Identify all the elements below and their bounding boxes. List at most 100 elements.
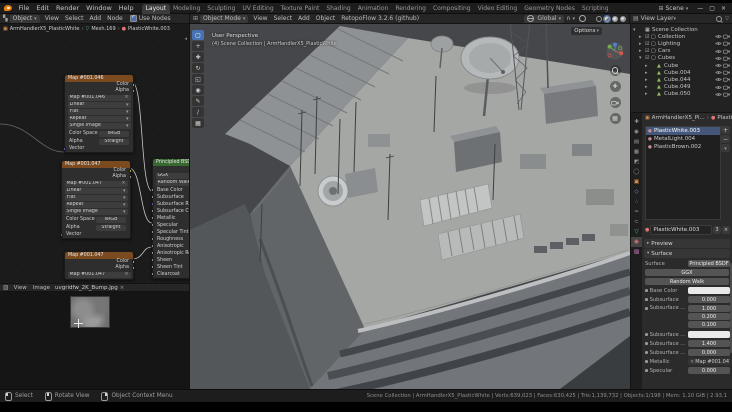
remove-slot-button[interactable]: −: [721, 135, 730, 143]
tab-texture[interactable]: ▨: [631, 247, 642, 257]
slot-specials-button[interactable]: [721, 144, 730, 152]
tool-add-cube[interactable]: ▦: [192, 118, 204, 128]
disable-in-render-toggle[interactable]: [722, 34, 730, 39]
input-socket[interactable]: [151, 209, 155, 213]
hide-in-viewport-toggle[interactable]: [714, 85, 722, 90]
tool-move[interactable]: ✚: [192, 52, 204, 62]
input-socket[interactable]: [151, 251, 155, 255]
tab-physics[interactable]: ≈: [631, 207, 642, 217]
workspace-tab[interactable]: Texture Paint: [277, 4, 323, 14]
search-icon[interactable]: [716, 15, 723, 22]
unlink-icon[interactable]: ×: [124, 272, 128, 278]
row-label[interactable]: Cars: [658, 48, 714, 54]
base-color-swatch[interactable]: [688, 287, 730, 294]
disclosure-triangle-icon[interactable]: ▸: [645, 91, 651, 97]
menu-item[interactable]: View: [42, 15, 62, 22]
color-output-socket[interactable]: [128, 169, 132, 173]
outliner-row[interactable]: ▸ ▲ Cube.004: [631, 69, 732, 76]
image-datablock-field[interactable]: Map #001.047 ×: [64, 181, 128, 187]
disclosure-triangle-icon[interactable]: ▸: [645, 70, 651, 76]
workspace-tab[interactable]: Sculpting: [204, 4, 239, 14]
row-label[interactable]: Scene Collection: [652, 27, 714, 33]
menu-item[interactable]: Object: [313, 15, 339, 22]
node-title[interactable]: Map #001.047: [65, 252, 133, 259]
pan-gizmo[interactable]: ✚: [609, 81, 621, 92]
snap-options-chevron-icon[interactable]: [572, 15, 575, 22]
use-nodes-checkbox[interactable]: [129, 14, 137, 22]
vector-input-socket[interactable]: [60, 233, 64, 237]
tool-transform[interactable]: ◉: [192, 85, 204, 95]
menu-item[interactable]: Add: [86, 15, 104, 22]
users-count-button[interactable]: 3: [713, 226, 721, 234]
workspace-tab[interactable]: Modeling: [170, 4, 204, 14]
outliner-editor-icon[interactable]: [633, 15, 639, 22]
snap-magnet-icon[interactable]: [566, 15, 570, 22]
menu-item[interactable]: Help: [115, 4, 137, 12]
viewport-editor-icon[interactable]: [193, 15, 198, 22]
node-dropdown[interactable]: Repeat: [67, 116, 131, 122]
menu-item[interactable]: Window: [83, 4, 116, 12]
node-title[interactable]: Principled BSDF: [153, 159, 189, 166]
outliner-row[interactable]: ▸ ▲ Cube.050: [631, 91, 732, 98]
workspace-tab[interactable]: Layout: [142, 3, 170, 14]
maximize-button[interactable]: ▢: [709, 5, 715, 12]
image-datablock-field[interactable]: Map #001.047 ×: [67, 272, 131, 278]
material-slot[interactable]: ● MetalLight.004: [646, 135, 720, 143]
node-title[interactable]: Map #001.047: [62, 161, 130, 168]
alpha-output-socket[interactable]: [131, 266, 135, 270]
hide-in-viewport-toggle[interactable]: [714, 70, 722, 75]
hide-in-viewport-toggle[interactable]: [714, 34, 722, 39]
node-dropdown[interactable]: Flat: [67, 109, 131, 115]
outliner-row[interactable]: ▾ ▦ Scene Collection: [631, 26, 732, 33]
breadcrumb-material[interactable]: PlasticWhite.003: [128, 26, 170, 32]
tab-data[interactable]: ▽: [631, 227, 642, 237]
alpha-mode-select[interactable]: Straight: [96, 225, 126, 231]
tool-cursor[interactable]: +: [192, 41, 204, 51]
breadcrumb-object[interactable]: ArmHandlerX5_Pl...: [652, 115, 705, 121]
shading-wireframe-button[interactable]: [596, 15, 602, 22]
tab-constraints[interactable]: ⊂: [631, 217, 642, 227]
alpha-mode-select[interactable]: Straight: [99, 139, 129, 145]
node-principled-bsdf[interactable]: Principled BSDF BSDF GGX Random Walk Bas…: [151, 158, 189, 279]
unlink-icon[interactable]: ×: [124, 95, 128, 101]
menu-item[interactable]: Image: [30, 285, 53, 291]
disable-in-render-toggle[interactable]: [722, 92, 730, 97]
tool-scale[interactable]: ◱: [192, 74, 204, 84]
disclosure-triangle-icon[interactable]: ▾: [633, 27, 639, 33]
disable-in-render-toggle[interactable]: [722, 41, 730, 47]
workspace-tab[interactable]: Scripting: [578, 4, 612, 14]
subsurface-anisotropy-value[interactable]: 0.000: [688, 349, 730, 356]
breadcrumb-material[interactable]: PlasticWh...: [717, 115, 732, 121]
color-space-select[interactable]: sRGB: [99, 131, 129, 137]
menu-item[interactable]: Select: [271, 15, 296, 22]
input-socket[interactable]: [151, 202, 155, 206]
unlink-icon[interactable]: ×: [690, 359, 694, 365]
workspace-tab[interactable]: Geometry Nodes: [521, 4, 579, 14]
row-label[interactable]: Cube.044: [664, 77, 714, 83]
shader-type-select[interactable]: Object: [9, 14, 40, 23]
sidebar-toggle-icon[interactable]: ◂: [184, 36, 187, 42]
row-label[interactable]: Cube.004: [664, 70, 714, 76]
menu-item[interactable]: Render: [52, 4, 82, 12]
hide-in-viewport-toggle[interactable]: [714, 56, 722, 61]
node-dropdown[interactable]: Linear: [64, 188, 128, 194]
hide-in-viewport-toggle[interactable]: [714, 63, 722, 68]
tab-world[interactable]: ◯: [631, 167, 642, 177]
sss-method-dropdown[interactable]: Random Walk: [155, 180, 189, 186]
image-editor-icon[interactable]: [3, 284, 9, 291]
retopoflow-menu[interactable]: RetopoFlow 3.2.6 (github): [338, 15, 422, 22]
node-title[interactable]: Map #001.046: [65, 75, 133, 82]
radius-x-value[interactable]: 1.000: [688, 305, 730, 312]
color-output-socket[interactable]: [131, 260, 135, 264]
input-socket[interactable]: [151, 230, 155, 234]
hide-in-viewport-toggle[interactable]: [714, 49, 722, 54]
color-output-socket[interactable]: [131, 83, 135, 87]
workspace-tab[interactable]: Animation: [354, 4, 392, 14]
input-socket[interactable]: [151, 265, 155, 269]
shader-editor-icon[interactable]: [3, 15, 8, 22]
input-socket[interactable]: [151, 237, 155, 241]
sss-method-select[interactable]: Random Walk: [645, 278, 729, 285]
hide-in-viewport-toggle[interactable]: [714, 92, 722, 97]
subsurface-color-swatch[interactable]: [688, 331, 730, 338]
tab-modifiers[interactable]: ◇: [631, 187, 642, 197]
